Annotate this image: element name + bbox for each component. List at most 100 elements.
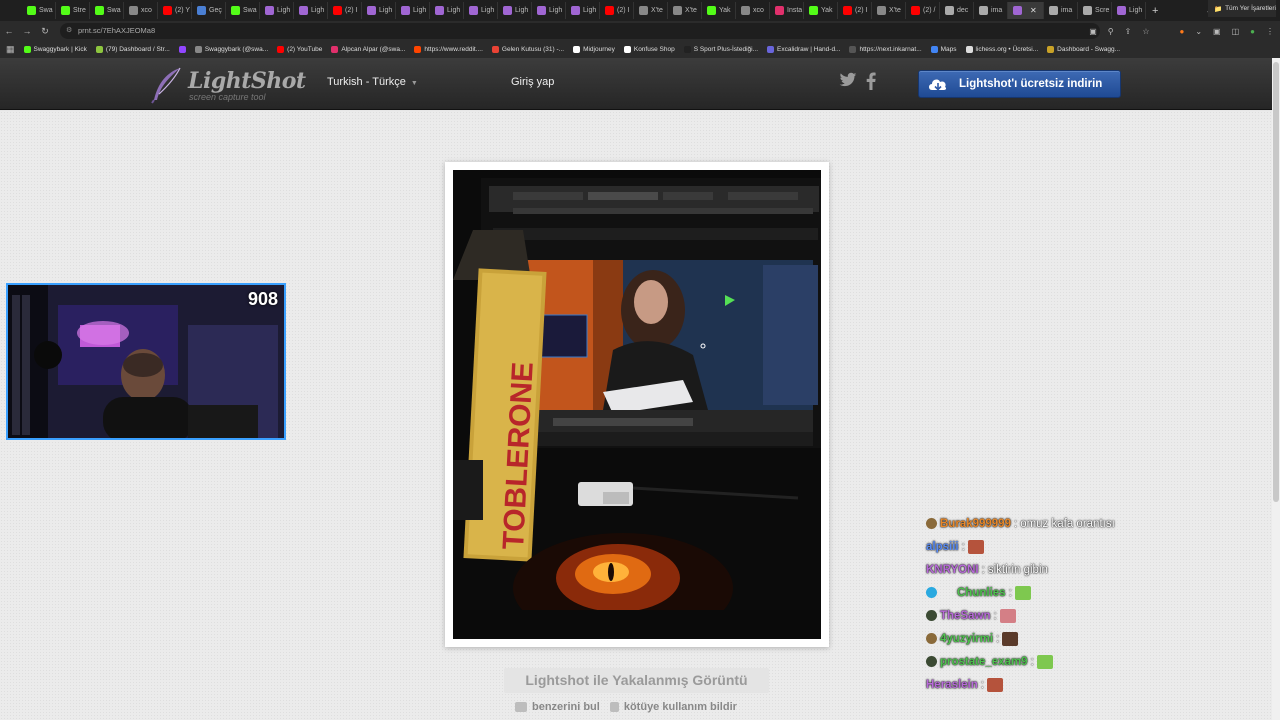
browser-tab[interactable]: Swa: [22, 2, 56, 19]
browser-tab[interactable]: X'te: [668, 2, 702, 19]
bookmark-item[interactable]: Alpcan Alpar (@swa...: [331, 46, 405, 53]
share-icon[interactable]: ⇪: [1125, 27, 1132, 36]
find-similar-link[interactable]: benzerini bul: [515, 701, 600, 713]
chat-username[interactable]: Heraslein: [926, 679, 978, 691]
bookmark-item[interactable]: Midjourney: [573, 46, 615, 53]
browser-tab[interactable]: X'te: [634, 2, 668, 19]
extension-menu-icon[interactable]: ⌄: [1195, 27, 1202, 36]
bookmark-label: Maps: [940, 46, 957, 53]
bookmark-favicon-icon: [491, 46, 499, 53]
tab-favicon-icon: [1049, 6, 1058, 15]
browser-tab[interactable]: Ligh: [464, 2, 498, 19]
report-abuse-link[interactable]: kötüye kullanım bildir: [609, 701, 737, 713]
bookmark-item[interactable]: Maps: [930, 46, 957, 53]
chat-badge-icon: [926, 587, 937, 598]
browser-tab[interactable]: Ligh: [1112, 2, 1146, 19]
browser-tab[interactable]: xco: [124, 2, 158, 19]
chat-username[interactable]: alpsiii: [926, 541, 959, 553]
bookmark-item[interactable]: [178, 46, 186, 53]
browser-tab[interactable]: Ligh: [566, 2, 600, 19]
bookmark-item[interactable]: lichess.org • Ücretsi...: [965, 46, 1038, 53]
lightshot-logo[interactable]: LightShot screen capture tool: [150, 66, 306, 104]
extension-icon[interactable]: ●: [1179, 27, 1184, 36]
browser-tab[interactable]: X'te: [872, 2, 906, 19]
site-info-icon[interactable]: ⚙: [66, 23, 72, 39]
login-link[interactable]: Giriş yap: [511, 76, 554, 88]
browser-tab[interactable]: (2) Y: [158, 2, 192, 19]
browser-tab[interactable]: (2) I: [600, 2, 634, 19]
extensions-icon[interactable]: ▣: [1213, 27, 1221, 36]
chat-username[interactable]: KNRYONI: [926, 564, 979, 576]
chat-username[interactable]: Chunlies: [957, 587, 1006, 599]
menu-icon[interactable]: ⋮: [1266, 27, 1274, 36]
reload-icon[interactable]: ↻: [36, 26, 54, 37]
browser-tab[interactable]: Ligh: [294, 2, 328, 19]
browser-tab[interactable]: Stre: [56, 2, 90, 19]
browser-tab[interactable]: Geç: [192, 2, 226, 19]
back-icon[interactable]: ←: [0, 26, 18, 36]
bookmark-favicon-icon: [683, 46, 691, 53]
zoom-icon[interactable]: ⚲: [1108, 27, 1114, 36]
profile-avatar[interactable]: ●: [1250, 27, 1255, 36]
chat-username[interactable]: TheSawn: [940, 610, 990, 622]
url-input[interactable]: ⚙ prnt.sc/7EhAXJEOMa8: [60, 23, 1100, 39]
bookmark-favicon-icon: [930, 46, 938, 53]
browser-tab[interactable]: ✕: [1008, 2, 1044, 19]
bookmark-item[interactable]: Excalidraw | Hand-d...: [767, 46, 840, 53]
all-bookmarks-button[interactable]: 📁 Tüm Yer İşaretleri: [1207, 0, 1276, 17]
browser-tab[interactable]: Ligh: [532, 2, 566, 19]
browser-tab[interactable]: (2) I: [328, 2, 362, 19]
bookmark-item[interactable]: Gelen Kutusu (31) -...: [491, 46, 564, 53]
browser-tab[interactable]: dec: [940, 2, 974, 19]
bookmark-item[interactable]: https://next.inkarnat...: [849, 46, 922, 53]
forward-icon[interactable]: →: [18, 26, 36, 36]
bookmark-item[interactable]: Swaggybark | Kick: [23, 46, 87, 53]
browser-tab[interactable]: ima: [974, 2, 1008, 19]
chat-username[interactable]: Burak999999: [940, 518, 1011, 530]
browser-tab[interactable]: Swa: [90, 2, 124, 19]
browser-tab[interactable]: ima: [1044, 2, 1078, 19]
browser-tab[interactable]: Ligh: [260, 2, 294, 19]
facebook-icon[interactable]: [866, 72, 876, 90]
browser-tab[interactable]: Scre: [1078, 2, 1112, 19]
browser-tab[interactable]: xco: [736, 2, 770, 19]
screenshot-actions: benzerini bul kötüye kullanım bildir: [515, 701, 737, 713]
bookmark-label: Swaggybark | Kick: [33, 46, 87, 53]
chat-username[interactable]: prostate_exam9: [940, 656, 1028, 668]
bookmark-label: Swaggybark (@swa...: [204, 46, 269, 53]
page-scrollbar[interactable]: [1272, 58, 1280, 720]
folder-icon: 📁: [1213, 5, 1223, 13]
browser-tab[interactable]: Ligh: [362, 2, 396, 19]
new-tab-icon[interactable]: +: [1152, 5, 1158, 17]
star-icon[interactable]: ☆: [1142, 27, 1149, 36]
browser-tab[interactable]: Swa: [226, 2, 260, 19]
browser-tab[interactable]: Ligh: [498, 2, 532, 19]
bookmark-item[interactable]: https://www.reddit....: [414, 46, 483, 53]
chat-username[interactable]: 4yuzyirmi: [940, 633, 993, 645]
browser-tab[interactable]: Yak: [804, 2, 838, 19]
apps-icon[interactable]: ▦: [6, 44, 15, 55]
bookmark-item[interactable]: (2) YouTube: [277, 46, 322, 53]
browser-tab[interactable]: (2) I: [838, 2, 872, 19]
bookmark-item[interactable]: (79) Dashboard / Str...: [95, 46, 170, 53]
browser-tab[interactable]: Yak: [702, 2, 736, 19]
language-selector[interactable]: Turkish - Türkçe ▼: [327, 76, 418, 88]
screenshot-icon[interactable]: ▣: [1089, 27, 1097, 36]
chat-message: Heraslein:: [926, 673, 1186, 696]
tab-favicon-icon: [1117, 6, 1126, 15]
bookmark-item[interactable]: Swaggybark (@swa...: [194, 46, 269, 53]
bookmark-item[interactable]: S Sport Plus-İstediği...: [683, 46, 758, 53]
bookmark-item[interactable]: Dashboard - Swagg...: [1047, 46, 1120, 53]
browser-tab[interactable]: Ligh: [430, 2, 464, 19]
screenshot-image[interactable]: TOBLERONE: [453, 170, 821, 639]
twitter-icon[interactable]: [839, 72, 857, 88]
scrollbar-thumb[interactable]: [1273, 62, 1279, 502]
sidebar-icon[interactable]: ◫: [1232, 27, 1240, 36]
browser-tab[interactable]: Ligh: [396, 2, 430, 19]
bookmark-item[interactable]: Konfuse Shop: [623, 46, 675, 53]
browser-tab[interactable]: Insta: [770, 2, 804, 19]
download-button[interactable]: Lightshot'ı ücretsiz indirin: [918, 70, 1121, 98]
chat-emote-icon: [999, 608, 1016, 623]
browser-tab[interactable]: (2) /: [906, 2, 940, 19]
tab-close-icon[interactable]: ✕: [1030, 6, 1037, 15]
